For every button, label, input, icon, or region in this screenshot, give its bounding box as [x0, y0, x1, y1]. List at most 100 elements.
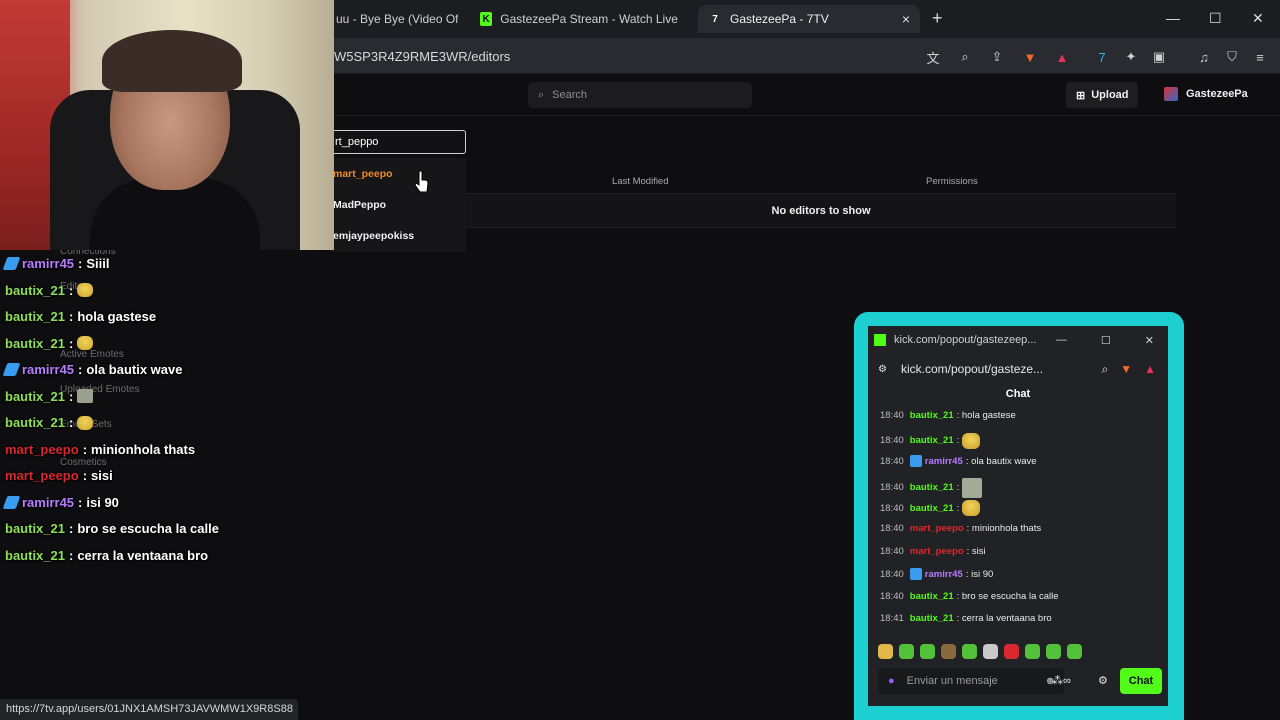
tab-youtube[interactable]: uu - Bye Bye (Video Ofic — [326, 5, 468, 33]
new-tab-button[interactable]: + — [932, 8, 943, 29]
suggestion-item[interactable]: emjaypeepokiss — [333, 230, 414, 242]
username: GastezeePa — [1186, 88, 1248, 100]
zoom-icon[interactable]: ⌕ — [1101, 362, 1108, 377]
brave-shield-icon[interactable]: ▼ — [1021, 48, 1039, 66]
kick-url[interactable]: kick.com/popout/gasteze... — [901, 362, 1043, 376]
overlay-chat-message: bautix_21: — [5, 282, 94, 298]
chat-username[interactable]: bautix_21 — [910, 410, 954, 421]
quick-emote[interactable] — [962, 644, 977, 659]
editor-search-input[interactable]: rt_peppo — [330, 130, 466, 154]
minimize-button[interactable]: — — [1166, 10, 1180, 26]
quick-emote[interactable] — [878, 644, 893, 659]
site-settings-icon[interactable]: ⚙ — [878, 364, 887, 375]
chat-separator: : — [68, 282, 74, 298]
chat-text: : hola gastese — [956, 410, 1016, 421]
kick-chat-message: 18:40 ramirr45: isi 90 — [880, 568, 994, 581]
search-input[interactable]: ⌕ Search — [528, 82, 752, 108]
zoom-icon[interactable]: ⌕ — [956, 48, 974, 66]
kick-chat-message: 18:40 bautix_21: — [880, 500, 981, 517]
quick-emote[interactable] — [941, 644, 956, 659]
chat-username[interactable]: mart_peepo — [910, 546, 964, 557]
brave-rewards-icon[interactable]: ▲ — [1053, 48, 1071, 66]
quick-emote[interactable] — [1025, 644, 1040, 659]
chat-input[interactable]: ● Enviar un mensaje ☻ — [878, 668, 1064, 694]
users-icon[interactable]: ⁂∞ — [1052, 674, 1071, 687]
chat-username: bautix_21 — [5, 335, 65, 351]
kick-title: kick.com/popout/gastezeep... — [894, 334, 1037, 346]
chat-username: bautix_21 — [5, 415, 65, 430]
search-placeholder: Search — [552, 89, 588, 101]
overlay-chat-message: mart_peepo: sisi — [5, 468, 113, 483]
chat-username: ramirr45 — [22, 256, 75, 271]
chat-separator: : — [78, 494, 83, 510]
chat-separator: : — [82, 468, 88, 483]
close-window-button[interactable]: ✕ — [1252, 10, 1264, 27]
suggestion-item[interactable]: mart_peepo — [333, 168, 393, 180]
kick-chat-message: 18:40 ramirr45: ola bautix wave — [880, 455, 1037, 468]
chat-separator: : — [78, 256, 83, 271]
url-field[interactable]: W5SP3R4Z9RME3WR/editors — [334, 49, 510, 64]
chat-header: Chat — [1005, 388, 1031, 400]
message-time: 18:40 — [880, 455, 904, 467]
kick-address-bar: ⚙ kick.com/popout/gasteze... ⌕ ▼ ▲ — [868, 354, 1168, 384]
quick-emote[interactable] — [1067, 644, 1082, 659]
user-menu[interactable]: GastezeePa — [1164, 87, 1248, 101]
tab-7tv[interactable]: 7 GastezeePa - 7TV × — [698, 5, 920, 33]
user-badge-icon — [909, 455, 922, 468]
message-time: 18:40 — [880, 590, 904, 602]
quick-emote[interactable] — [983, 644, 998, 659]
maximize-button[interactable]: ☐ — [1209, 10, 1222, 27]
overlay-chat-message: mart_peepo: minionhola thats — [5, 442, 195, 457]
chat-separator: : — [78, 362, 83, 377]
message-time: 18:40 — [880, 482, 904, 494]
brave-shield-icon[interactable]: ▼ — [1120, 362, 1132, 376]
quick-emote[interactable] — [920, 644, 935, 659]
sidebar-icon[interactable]: ▣ — [1150, 48, 1168, 66]
chat-placeholder: Enviar un mensaje — [906, 675, 998, 687]
chat-username[interactable]: mart_peepo — [910, 523, 964, 534]
streamer-hair — [102, 30, 242, 92]
chat-separator: : — [68, 388, 74, 404]
kick-icon: K — [480, 12, 493, 26]
chat-emote — [77, 283, 94, 297]
chat-username[interactable]: bautix_21 — [910, 503, 954, 514]
upload-label: Upload — [1091, 89, 1129, 101]
7tv-extension-icon[interactable]: 7 — [1093, 48, 1111, 66]
mouse-cursor — [415, 171, 429, 193]
close-button[interactable]: ✕ — [1145, 334, 1154, 347]
settings-icon[interactable]: ⚙ — [1098, 674, 1108, 687]
overlay-chat-message: bautix_21: — [5, 335, 94, 351]
search-icon: ⌕ — [538, 88, 545, 101]
send-chat-button[interactable]: Chat — [1120, 668, 1162, 694]
chat-username[interactable]: bautix_21 — [910, 435, 954, 446]
vpn-icon[interactable]: ⛉ — [1223, 48, 1241, 66]
message-time: 18:40 — [880, 435, 904, 447]
upload-button[interactable]: ⊞ Upload — [1066, 82, 1138, 108]
screen: uu - Bye Bye (Video Ofic K GastezeePa St… — [0, 0, 1280, 720]
menu-icon[interactable]: ≡ — [1251, 48, 1269, 66]
chat-username[interactable]: ramirr45 — [925, 569, 963, 580]
quick-emote[interactable] — [1004, 644, 1019, 659]
maximize-button[interactable]: ☐ — [1101, 334, 1111, 347]
brave-rewards-icon[interactable]: ▲ — [1144, 362, 1156, 376]
minimize-button[interactable]: — — [1056, 334, 1067, 346]
chat-username: bautix_21 — [5, 521, 65, 536]
share-icon[interactable]: ⇪ — [988, 48, 1006, 66]
chat-username[interactable]: bautix_21 — [910, 591, 954, 602]
extensions-icon[interactable]: ✦ — [1122, 48, 1140, 66]
tab-kick-stream[interactable]: K GastezeePa Stream - Watch Live on K — [470, 5, 690, 33]
chat-text: : isi 90 — [965, 568, 994, 580]
suggestion-item[interactable]: MadPeppo — [333, 199, 386, 211]
media-icon[interactable]: ♫ — [1195, 48, 1213, 66]
message-time: 18:40 — [880, 502, 904, 514]
chat-username[interactable]: ramirr45 — [925, 456, 963, 467]
sidebar-item-cosmetics[interactable]: Cosmetics — [60, 457, 107, 468]
mic-icon[interactable]: ● — [888, 675, 895, 687]
close-tab-icon[interactable]: × — [902, 11, 910, 27]
chat-username[interactable]: bautix_21 — [910, 482, 954, 493]
chat-text: : minionhola thats — [966, 523, 1042, 534]
translate-icon[interactable]: 文 — [924, 48, 942, 66]
quick-emote[interactable] — [1046, 644, 1061, 659]
chat-username[interactable]: bautix_21 — [910, 613, 954, 624]
quick-emote[interactable] — [899, 644, 914, 659]
